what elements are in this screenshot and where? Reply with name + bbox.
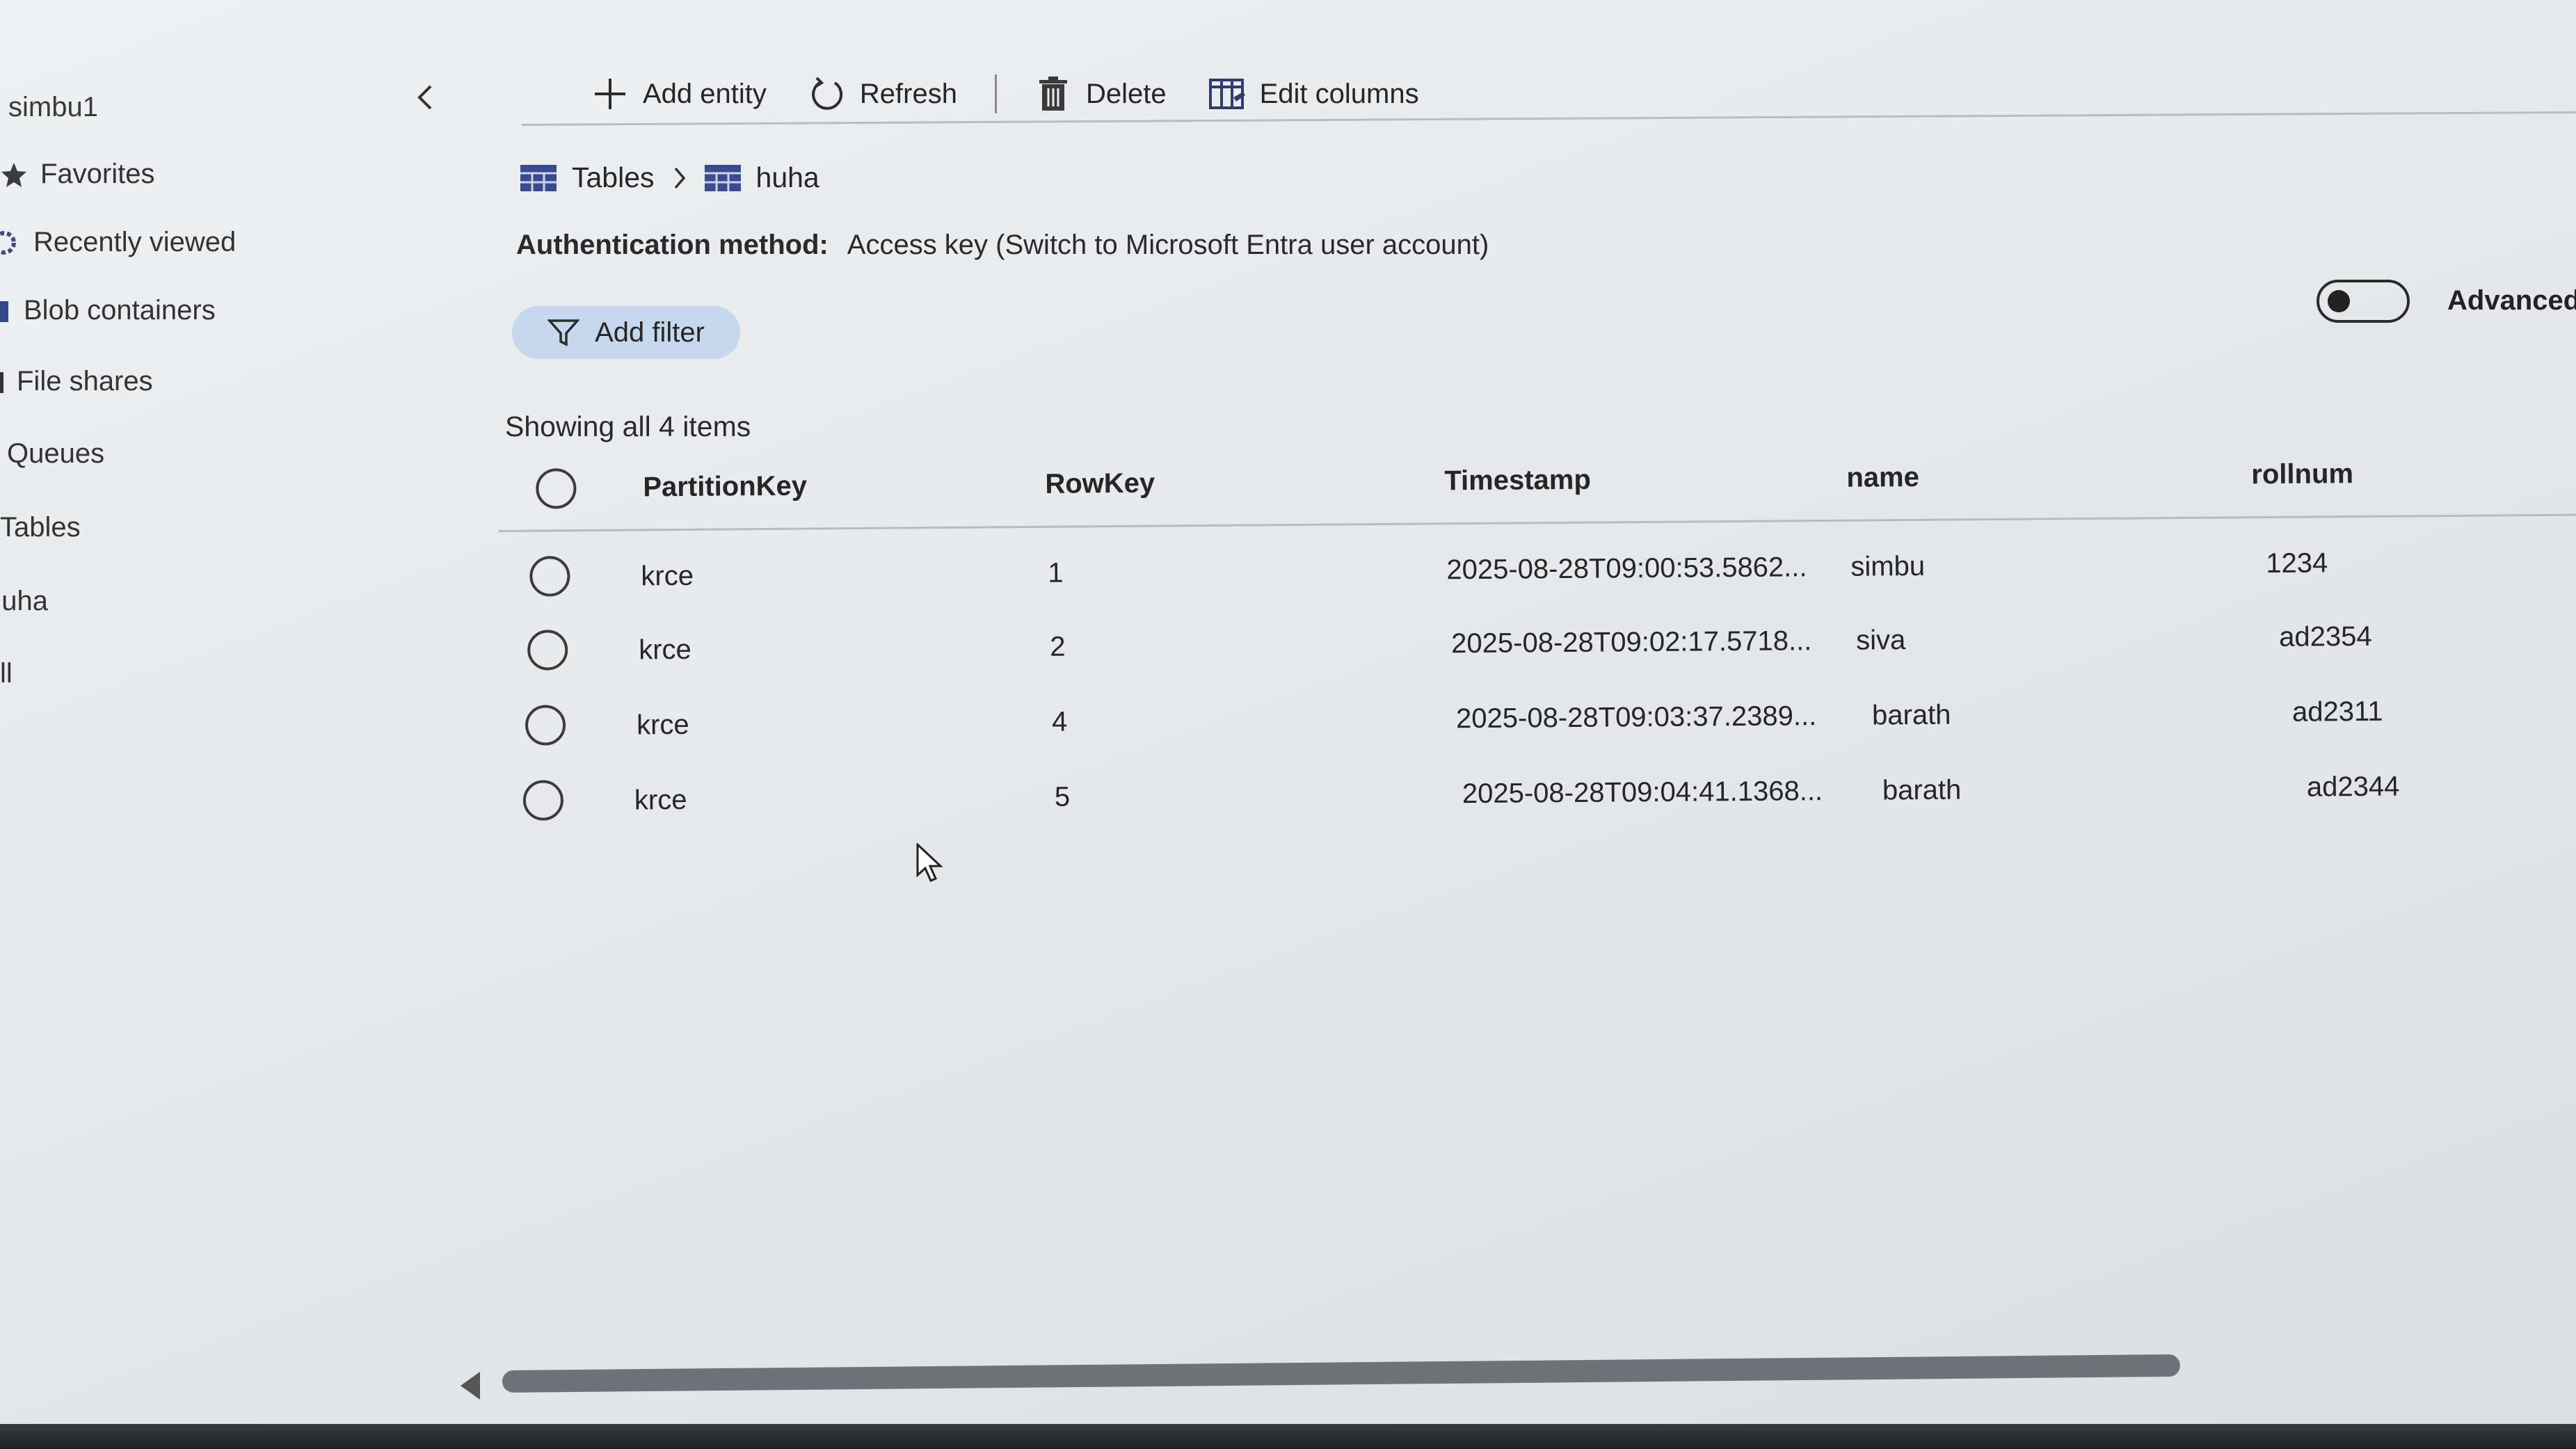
column-header-rowkey[interactable]: RowKey: [1045, 468, 1155, 500]
authentication-method: Authentication method: Access key (Switc…: [516, 230, 1489, 261]
table-row[interactable]: krce 2 2025-08-28T09:02:17.5718... siva …: [499, 600, 2576, 690]
filter-icon: [547, 318, 580, 347]
table-row[interactable]: krce 4 2025-08-28T09:03:37.2389... barat…: [500, 675, 2576, 765]
auth-switch-link[interactable]: Access key (Switch to Microsoft Entra us…: [847, 230, 1489, 260]
file-share-icon: [0, 368, 6, 396]
cell-timestamp: 2025-08-28T09:03:37.2389...: [1455, 701, 1817, 735]
advanced-toggle[interactable]: [2317, 280, 2410, 323]
storage-browser-window: simbu1 Favorites Recently viewed Blob co…: [0, 0, 2576, 1449]
sidebar-item-label: nuha: [0, 586, 48, 616]
sidebar-item-label: Recently viewed: [33, 227, 237, 257]
row-select-radio[interactable]: [522, 780, 564, 821]
breadcrumb-current-label: huha: [755, 161, 819, 193]
scroll-left-arrow-icon[interactable]: [461, 1372, 480, 1400]
edit-columns-icon: [1208, 75, 1246, 113]
refresh-label: Refresh: [859, 78, 957, 109]
advanced-label: Advanced: [2447, 285, 2576, 316]
sidebar-item-recently-viewed[interactable]: Recently viewed: [0, 227, 236, 258]
table-row[interactable]: krce 5 2025-08-28T09:04:41.1368... barat…: [501, 751, 2576, 840]
row-select-radio[interactable]: [525, 705, 566, 746]
refresh-button[interactable]: Refresh: [808, 75, 957, 113]
delete-label: Delete: [1085, 78, 1167, 109]
sidebar-item-label: Blob containers: [24, 295, 216, 326]
cell-rowkey: 1: [1048, 557, 1064, 589]
container-icon: [0, 297, 11, 325]
delete-button[interactable]: Delete: [1034, 75, 1167, 113]
sidebar-item-ll[interactable]: ll: [0, 658, 13, 689]
column-header-partitionkey[interactable]: PartitionKey: [643, 471, 807, 504]
sidebar-item-queues[interactable]: Queues: [7, 438, 104, 470]
add-entity-button[interactable]: Add entity: [591, 75, 767, 113]
monitor-bezel: [0, 1424, 2576, 1449]
refresh-icon: [808, 75, 846, 113]
sidebar-item-file-shares[interactable]: File shares: [0, 366, 153, 397]
table-header-row: PartitionKey RowKey Timestamp name rolln…: [498, 435, 2576, 532]
cell-name: siva: [1856, 625, 1906, 656]
add-filter-label: Add filter: [595, 317, 705, 348]
toggle-knob: [2328, 290, 2350, 312]
breadcrumb: Tables huha: [520, 161, 819, 194]
cell-timestamp: 2025-08-28T09:02:17.5718...: [1451, 625, 1812, 659]
chevron-left-icon: [415, 83, 433, 115]
command-bar: Add entity Refresh Delete Edit columns: [591, 70, 1461, 118]
entities-table: PartitionKey RowKey Timestamp name rolln…: [498, 435, 2576, 842]
sidebar-item-label: Favorites: [40, 159, 155, 189]
breadcrumb-tables[interactable]: Tables: [520, 161, 655, 194]
cell-timestamp: 2025-08-28T09:04:41.1368...: [1462, 776, 1823, 810]
sidebar-item-label: Tables: [0, 512, 81, 543]
column-header-name[interactable]: name: [1846, 462, 1919, 494]
items-count: Showing all 4 items: [505, 410, 751, 442]
cell-partitionkey: krce: [641, 560, 694, 592]
breadcrumb-root-label: Tables: [572, 161, 655, 193]
auth-label: Authentication method:: [516, 230, 829, 260]
mouse-cursor-icon: [915, 842, 943, 887]
table-icon: [704, 164, 741, 191]
sidebar-item-label: File shares: [17, 366, 153, 397]
chevron-right-icon: [673, 166, 687, 191]
sidebar-item-label: ll: [0, 658, 13, 689]
edit-columns-button[interactable]: Edit columns: [1208, 75, 1419, 113]
sidebar-item-favorites[interactable]: Favorites: [0, 159, 155, 190]
cell-rowkey: 5: [1054, 781, 1071, 812]
breadcrumb-current[interactable]: huha: [704, 161, 819, 194]
cell-partitionkey: krce: [634, 784, 687, 816]
sidebar-item-tables[interactable]: Tables: [0, 512, 81, 543]
collapse-sidebar-button[interactable]: [409, 83, 440, 114]
sidebar-item-blob-containers[interactable]: Blob containers: [0, 295, 216, 326]
add-filter-button[interactable]: Add filter: [512, 306, 740, 359]
cell-rollnum: 1234: [2266, 547, 2328, 579]
column-header-timestamp[interactable]: Timestamp: [1444, 465, 1591, 497]
cell-rollnum: ad2311: [2291, 696, 2383, 728]
cell-name: simbu: [1850, 550, 1926, 582]
star-icon: [0, 161, 28, 189]
cell-rollnum: ad2344: [2306, 771, 2400, 803]
horizontal-scrollbar-thumb[interactable]: [502, 1354, 2181, 1393]
cell-timestamp: 2025-08-28T09:00:53.5862...: [1446, 552, 1807, 586]
row-select-radio[interactable]: [527, 630, 568, 671]
account-name: simbu1: [8, 92, 98, 122]
sidebar-item-nuha[interactable]: nuha: [0, 586, 48, 617]
toolbar-divider: [994, 74, 997, 113]
add-entity-label: Add entity: [643, 78, 767, 109]
cell-name: barath: [1871, 699, 1951, 731]
sidebar: simbu1 Favorites Recently viewed Blob co…: [0, 0, 459, 1424]
row-select-radio[interactable]: [529, 556, 570, 597]
edit-columns-label: Edit columns: [1259, 78, 1419, 109]
column-header-rollnum[interactable]: rollnum: [2251, 458, 2353, 490]
cell-name: barath: [1882, 774, 1962, 806]
cell-rowkey: 2: [1050, 631, 1066, 662]
plus-icon: [591, 75, 629, 113]
cell-partitionkey: krce: [639, 634, 691, 666]
sidebar-item-label: Queues: [7, 438, 105, 469]
gear-icon: [0, 229, 19, 257]
select-all-radio[interactable]: [536, 468, 577, 509]
cell-rowkey: 4: [1051, 706, 1068, 737]
trash-icon: [1034, 75, 1072, 113]
table-icon: [520, 164, 557, 191]
cell-rollnum: ad2354: [2278, 621, 2372, 653]
cell-partitionkey: krce: [636, 709, 689, 741]
